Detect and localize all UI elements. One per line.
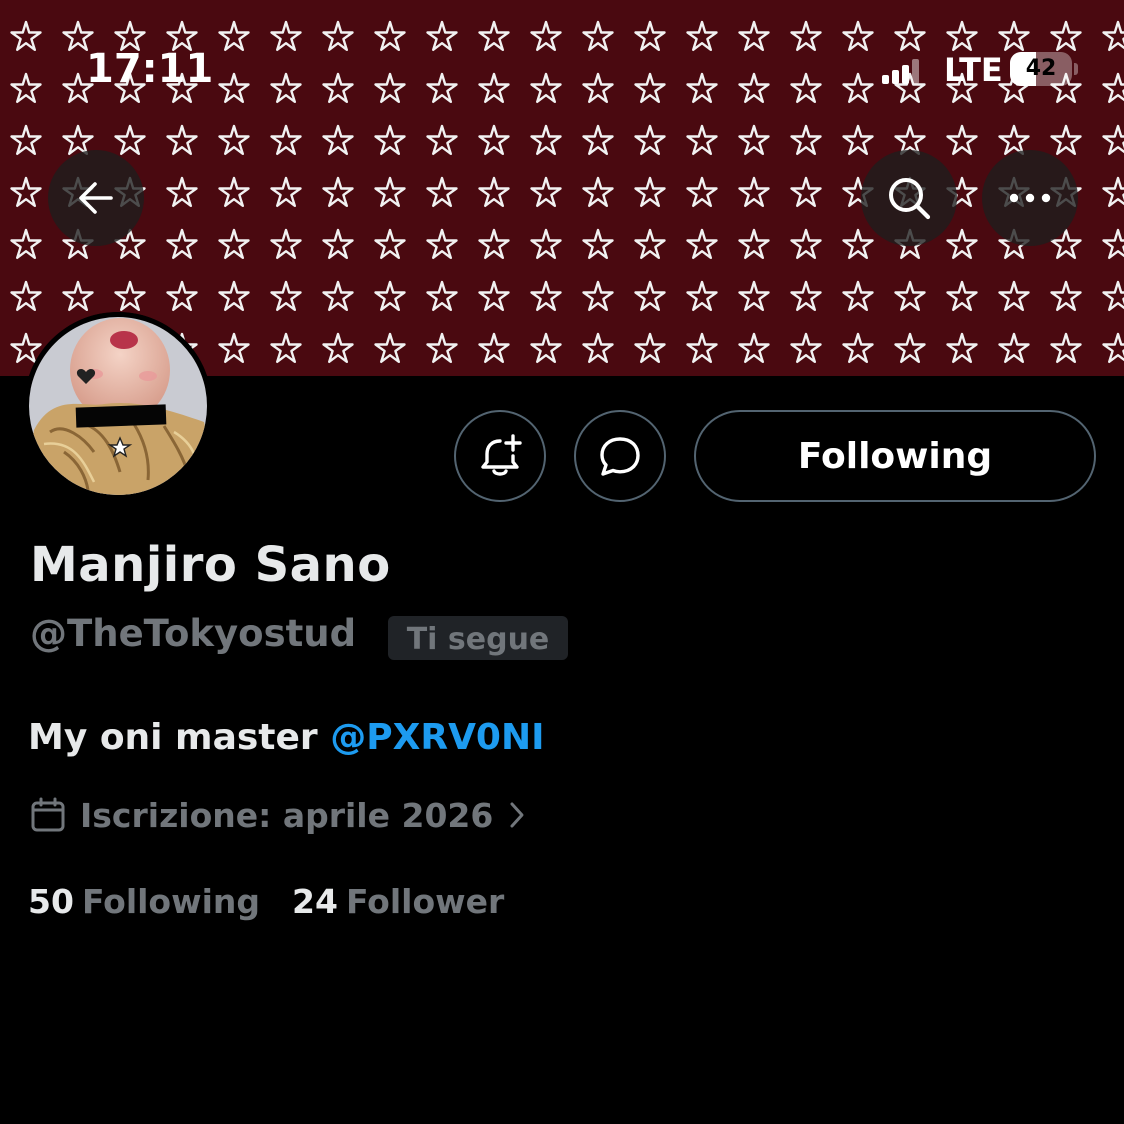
following-stat[interactable]: 50 Following: [28, 878, 260, 926]
profile-screen: 17:11 LTE 42 Following Manjiro Sano @The…: [0, 0, 1124, 1124]
chevron-right-icon: [510, 802, 524, 828]
back-button[interactable]: [48, 150, 144, 246]
notifications-button[interactable]: [454, 410, 546, 502]
following-button[interactable]: Following: [694, 410, 1096, 502]
message-button[interactable]: [574, 410, 666, 502]
network-type: LTE: [944, 51, 1003, 89]
calendar-icon: [31, 797, 65, 832]
search-button[interactable]: [861, 150, 957, 246]
battery-tip: [1074, 63, 1078, 75]
follows-you-badge: Ti segue: [388, 616, 568, 660]
status-time: 17:11: [86, 46, 214, 92]
avatar[interactable]: [24, 312, 212, 500]
followers-count: 24: [292, 882, 338, 921]
chat-bubble-icon: [600, 437, 640, 476]
display-name: Manjiro Sano: [30, 537, 391, 593]
followers-stat[interactable]: 24 Follower: [292, 878, 504, 926]
battery-level: 42: [1025, 56, 1057, 81]
followers-label: Follower: [345, 882, 505, 921]
following-count: 50: [28, 882, 74, 921]
username-handle: @TheTokyostud: [30, 612, 357, 655]
bio: My oni master @PXRV0NI: [28, 714, 545, 762]
more-horizontal-icon: [1009, 193, 1051, 203]
follow-stats: 50 Following 24 Follower: [28, 878, 504, 926]
battery-icon: 42: [1010, 52, 1072, 86]
bell-plus-icon: [481, 434, 522, 476]
arrow-left-icon: [79, 182, 113, 214]
more-options-button[interactable]: [982, 150, 1078, 246]
joined-text: Iscrizione: aprile 2026: [80, 795, 494, 835]
signal-strength-icon: [882, 58, 922, 84]
avatar-image: [24, 312, 212, 500]
following-label: Following: [81, 882, 261, 921]
bio-mention-link[interactable]: @PXRV0NI: [330, 717, 544, 758]
search-icon: [889, 178, 931, 220]
bio-text: My oni master: [28, 717, 331, 758]
joined-date[interactable]: Iscrizione: aprile 2026: [30, 790, 525, 840]
